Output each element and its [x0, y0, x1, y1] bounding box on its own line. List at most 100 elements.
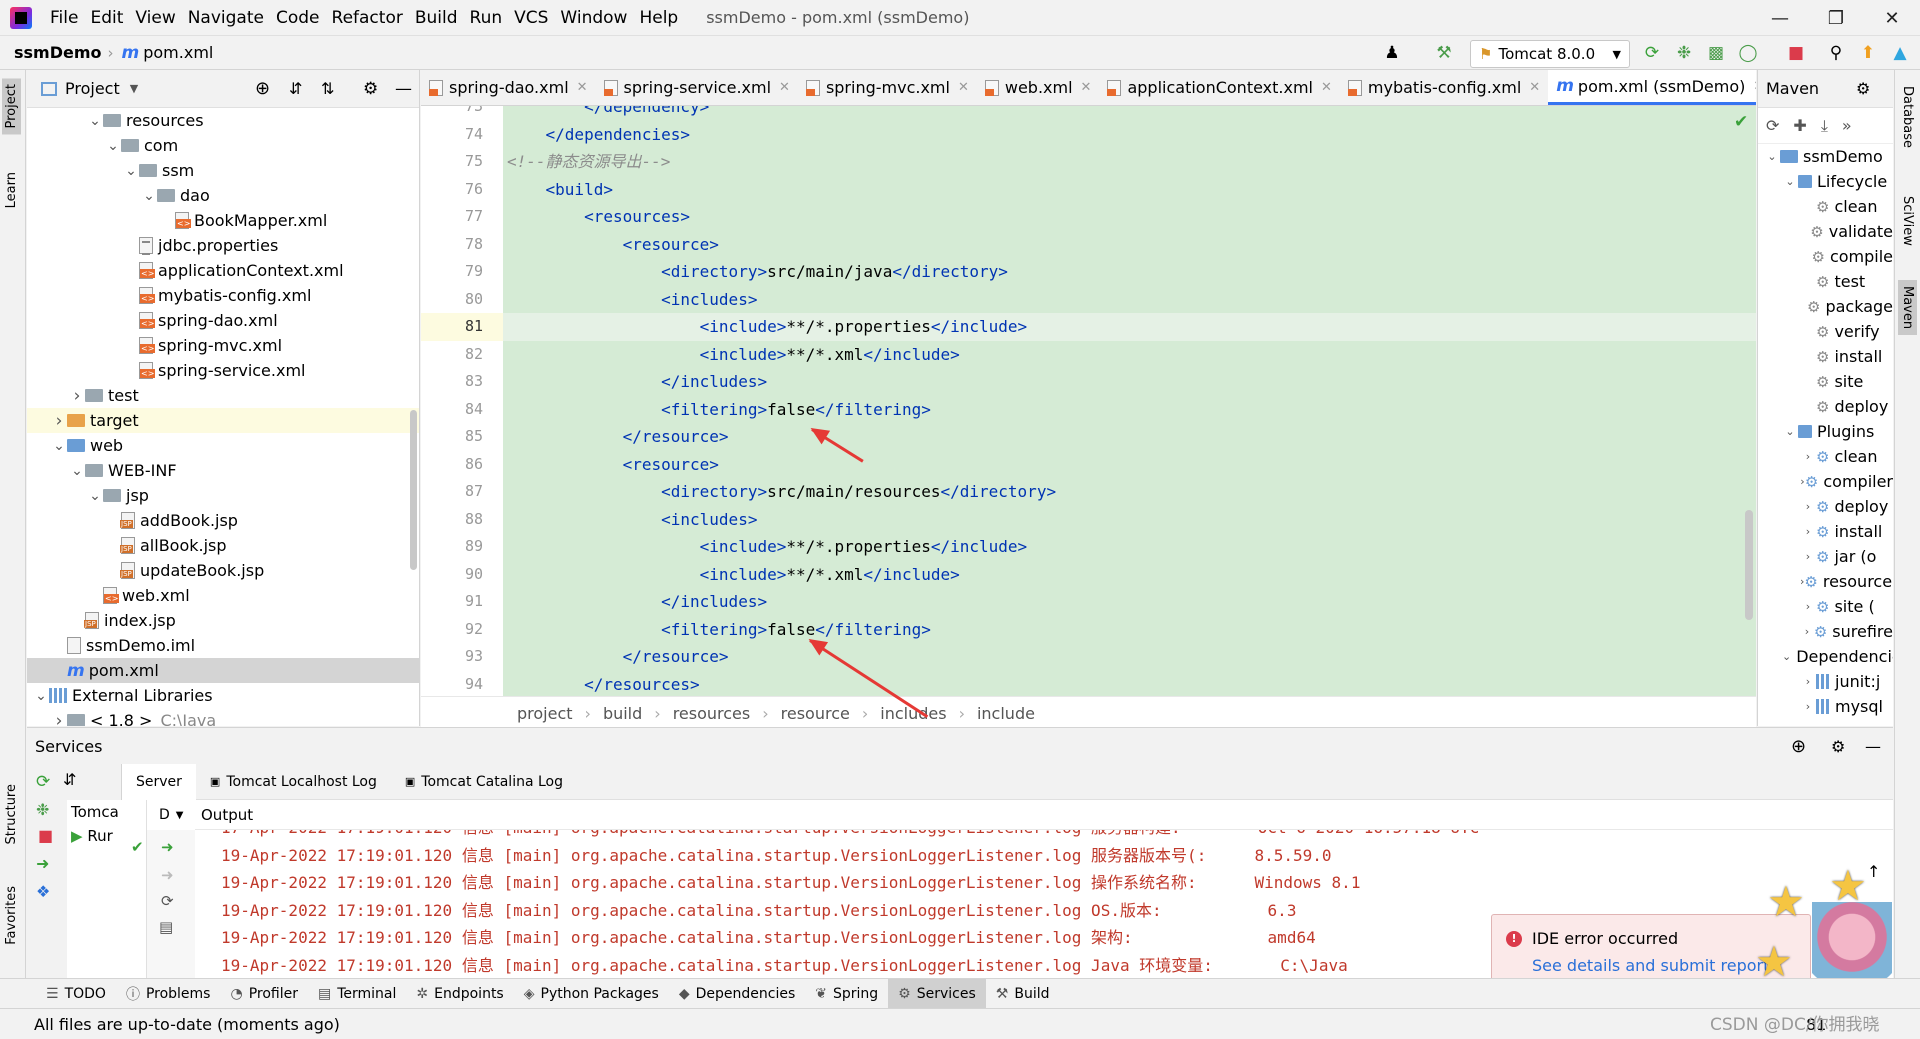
tree-item[interactable]: ⌄ dao: [27, 183, 419, 208]
menu-view[interactable]: View: [129, 0, 181, 36]
tree-item[interactable]: ⌄ WEB-INF: [27, 458, 419, 483]
gear-icon[interactable]: ⚙: [1856, 79, 1870, 98]
stop-icon[interactable]: ■: [38, 826, 53, 845]
tree-item[interactable]: spring-mvc.xml: [27, 333, 419, 358]
services-tab[interactable]: ▣ Tomcat Catalina Log: [391, 764, 577, 800]
project-panel-title[interactable]: Project: [65, 79, 120, 98]
editor-tab[interactable]: spring-mvc.xml ✕: [798, 70, 977, 105]
editor-scrollbar[interactable]: [1745, 510, 1753, 620]
chevron-down-icon[interactable]: ⌄: [1782, 425, 1798, 438]
tree-item[interactable]: addBook.jsp: [27, 508, 419, 533]
maven-tree-item[interactable]: ⚙ site: [1758, 369, 1893, 394]
breadcrumb-item[interactable]: project: [517, 704, 573, 723]
maven-tree-item[interactable]: › mysql: [1758, 694, 1893, 719]
update-icon[interactable]: ⬆: [1856, 41, 1880, 65]
tree-item[interactable]: ⌄ External Libraries: [27, 683, 419, 708]
tree-item[interactable]: applicationContext.xml: [27, 258, 419, 283]
maven-tree-item[interactable]: › ⚙ jar (o: [1758, 544, 1893, 569]
menu-file[interactable]: File: [44, 0, 84, 36]
sciview-tool-tab[interactable]: SciView: [1898, 190, 1917, 252]
menu-navigate[interactable]: Navigate: [182, 0, 270, 36]
structure-tool-tab[interactable]: Structure: [2, 778, 21, 850]
search-icon[interactable]: ⚲: [1824, 41, 1848, 65]
editor-tab[interactable]: applicationContext.xml ✕: [1099, 70, 1339, 105]
toolwindow-services[interactable]: ⚙ Services: [888, 978, 986, 1009]
maven-tree-item[interactable]: ⚙ package: [1758, 294, 1893, 319]
chevron-right-icon[interactable]: ›: [1800, 450, 1816, 463]
hide-icon[interactable]: —: [395, 79, 412, 99]
run-config-select[interactable]: ⚑ Tomcat 8.0.0 ▼: [1470, 40, 1630, 68]
menu-run[interactable]: Run: [464, 0, 509, 36]
tree-item[interactable]: spring-service.xml: [27, 358, 419, 383]
maven-tree-item[interactable]: › ⚙ deploy: [1758, 494, 1893, 519]
close-icon[interactable]: ✕: [1529, 80, 1540, 95]
chevron-right-icon[interactable]: ›: [69, 386, 85, 406]
maven-tree-item[interactable]: ⚙ verify: [1758, 319, 1893, 344]
project-tool-tab[interactable]: Project: [2, 78, 21, 135]
chevron-right-icon[interactable]: ›: [1800, 600, 1816, 613]
rerun-icon[interactable]: ⟳: [1640, 41, 1664, 65]
tree-item[interactable]: allBook.jsp: [27, 533, 419, 558]
database-tool-tab[interactable]: Database: [1898, 80, 1917, 154]
toolbox-icon[interactable]: ▲: [1888, 41, 1912, 65]
tree-item[interactable]: jdbc.properties: [27, 233, 419, 258]
close-icon[interactable]: ✕: [779, 80, 790, 95]
toolwindow-endpoints[interactable]: ✲ Endpoints: [406, 979, 513, 1009]
toolwindow-todo[interactable]: ☰ TODO: [36, 979, 116, 1009]
expand-icon[interactable]: ⇵: [63, 770, 76, 789]
add-project-icon[interactable]: ✚: [1793, 116, 1806, 135]
tree-item[interactable]: web.xml: [27, 583, 419, 608]
tree-item[interactable]: › test: [27, 383, 419, 408]
refresh-icon[interactable]: ⟳: [161, 892, 174, 910]
chevron-down-icon[interactable]: ⌄: [33, 688, 49, 704]
locate-icon[interactable]: ⊕: [255, 78, 270, 99]
menu-help[interactable]: Help: [633, 0, 684, 36]
gear-icon[interactable]: ⚙: [363, 79, 378, 99]
maven-tree-item[interactable]: › ⚙ install: [1758, 519, 1893, 544]
editor-tab[interactable]: mybatis-config.xml ✕: [1340, 70, 1548, 105]
chevron-down-icon[interactable]: ⌄: [141, 188, 157, 204]
breadcrumb-item[interactable]: include: [977, 704, 1035, 723]
maven-tree-item[interactable]: › ⚙ clean: [1758, 444, 1893, 469]
tree-item[interactable]: BookMapper.xml: [27, 208, 419, 233]
chevron-down-icon[interactable]: ⌄: [51, 438, 67, 454]
tree-item[interactable]: index.jsp: [27, 608, 419, 633]
chevron-down-icon[interactable]: ⌄: [87, 488, 103, 504]
maven-tree-item[interactable]: › ⚙ site (: [1758, 594, 1893, 619]
close-icon[interactable]: ✕: [958, 80, 969, 95]
toolwindow-profiler[interactable]: ◔ Profiler: [220, 979, 308, 1009]
chevron-right-icon[interactable]: »: [1842, 116, 1852, 135]
redeploy-icon[interactable]: ➜: [161, 838, 174, 856]
maven-tree-item[interactable]: ⌄ ssmDemo: [1758, 144, 1893, 169]
menu-edit[interactable]: Edit: [84, 0, 129, 36]
project-scrollbar[interactable]: [410, 410, 417, 570]
chevron-right-icon[interactable]: ›: [1800, 500, 1816, 513]
chevron-down-icon[interactable]: ⌄: [87, 113, 103, 129]
breadcrumb-item[interactable]: resource: [781, 704, 850, 723]
menu-window[interactable]: Window: [554, 0, 633, 36]
expand-all-icon[interactable]: ⇵: [289, 79, 302, 98]
maven-tree-item[interactable]: ⚙ clean: [1758, 194, 1893, 219]
toolwindow-terminal[interactable]: ▤ Terminal: [308, 979, 406, 1009]
chevron-down-icon[interactable]: ⌄: [1764, 150, 1780, 163]
chevron-right-icon[interactable]: ›: [1800, 700, 1816, 713]
tree-item[interactable]: m pom.xml: [27, 658, 419, 683]
tree-item[interactable]: updateBook.jsp: [27, 558, 419, 583]
maven-tree-item[interactable]: ⚙ deploy: [1758, 394, 1893, 419]
maven-tree-item[interactable]: ⚙ install: [1758, 344, 1893, 369]
maven-tree-item[interactable]: › ⚙ resources: [1758, 569, 1893, 594]
maximize-button[interactable]: ❐: [1808, 0, 1864, 36]
maven-tree-item[interactable]: ⚙ validate: [1758, 219, 1893, 244]
stop-icon[interactable]: ■: [1784, 41, 1808, 65]
maven-tree-item[interactable]: ⌄ Dependencies: [1758, 644, 1893, 669]
close-icon[interactable]: ✕: [1321, 80, 1332, 95]
close-icon[interactable]: ✕: [577, 80, 588, 95]
notification-link[interactable]: See details and submit report: [1532, 956, 1769, 975]
toolwindow-python-packages[interactable]: ◈ Python Packages: [514, 979, 669, 1009]
chevron-right-icon[interactable]: ›: [1800, 675, 1816, 688]
editor-tab[interactable]: mpom.xml (ssmDemo) ✕: [1548, 70, 1756, 105]
favorites-tool-tab[interactable]: Favorites: [2, 880, 21, 951]
tree-item[interactable]: › target: [27, 408, 419, 433]
maven-tree-item[interactable]: ⚙ test: [1758, 269, 1893, 294]
chevron-right-icon[interactable]: ›: [1800, 625, 1814, 638]
